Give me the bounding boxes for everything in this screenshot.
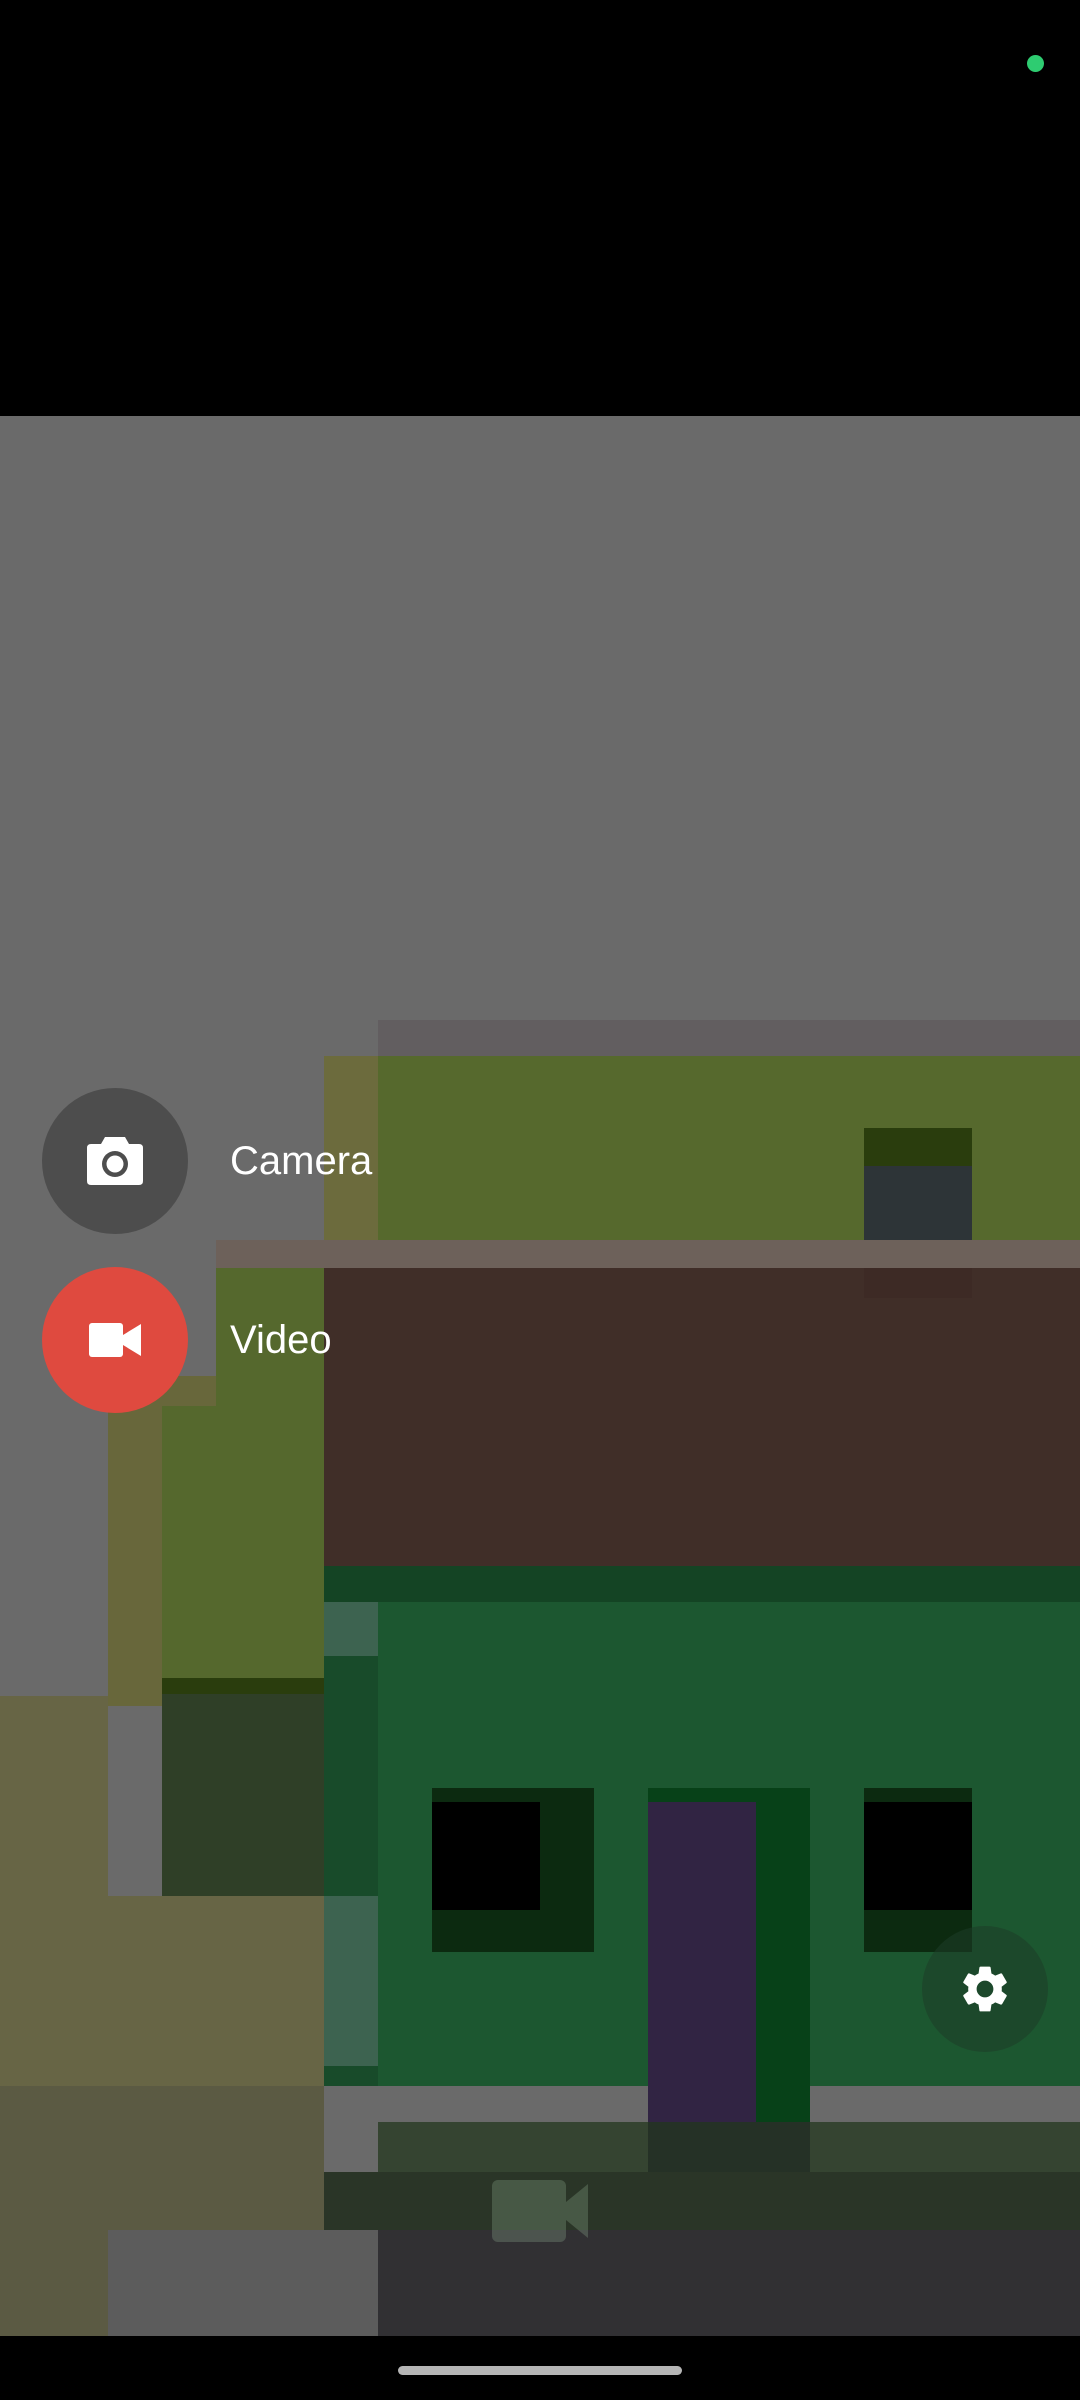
settings-button[interactable] (922, 1926, 1048, 2052)
status-bar (0, 0, 1080, 120)
camera-option-label: Camera (230, 1138, 373, 1183)
record-button[interactable] (492, 2180, 588, 2247)
videocam-icon (492, 2180, 588, 2242)
privacy-indicator-dot (1027, 55, 1044, 72)
video-option-label: Video (230, 1317, 332, 1362)
camera-fab-button[interactable] (42, 1088, 188, 1234)
camera-option[interactable]: Camera (42, 1088, 372, 1234)
videocam-icon (89, 1323, 141, 1357)
camera-icon (87, 1137, 143, 1185)
video-option[interactable]: Video (42, 1267, 332, 1413)
gear-icon (963, 1966, 1007, 2012)
video-fab-button[interactable] (42, 1267, 188, 1413)
gesture-handle[interactable] (398, 2366, 682, 2375)
